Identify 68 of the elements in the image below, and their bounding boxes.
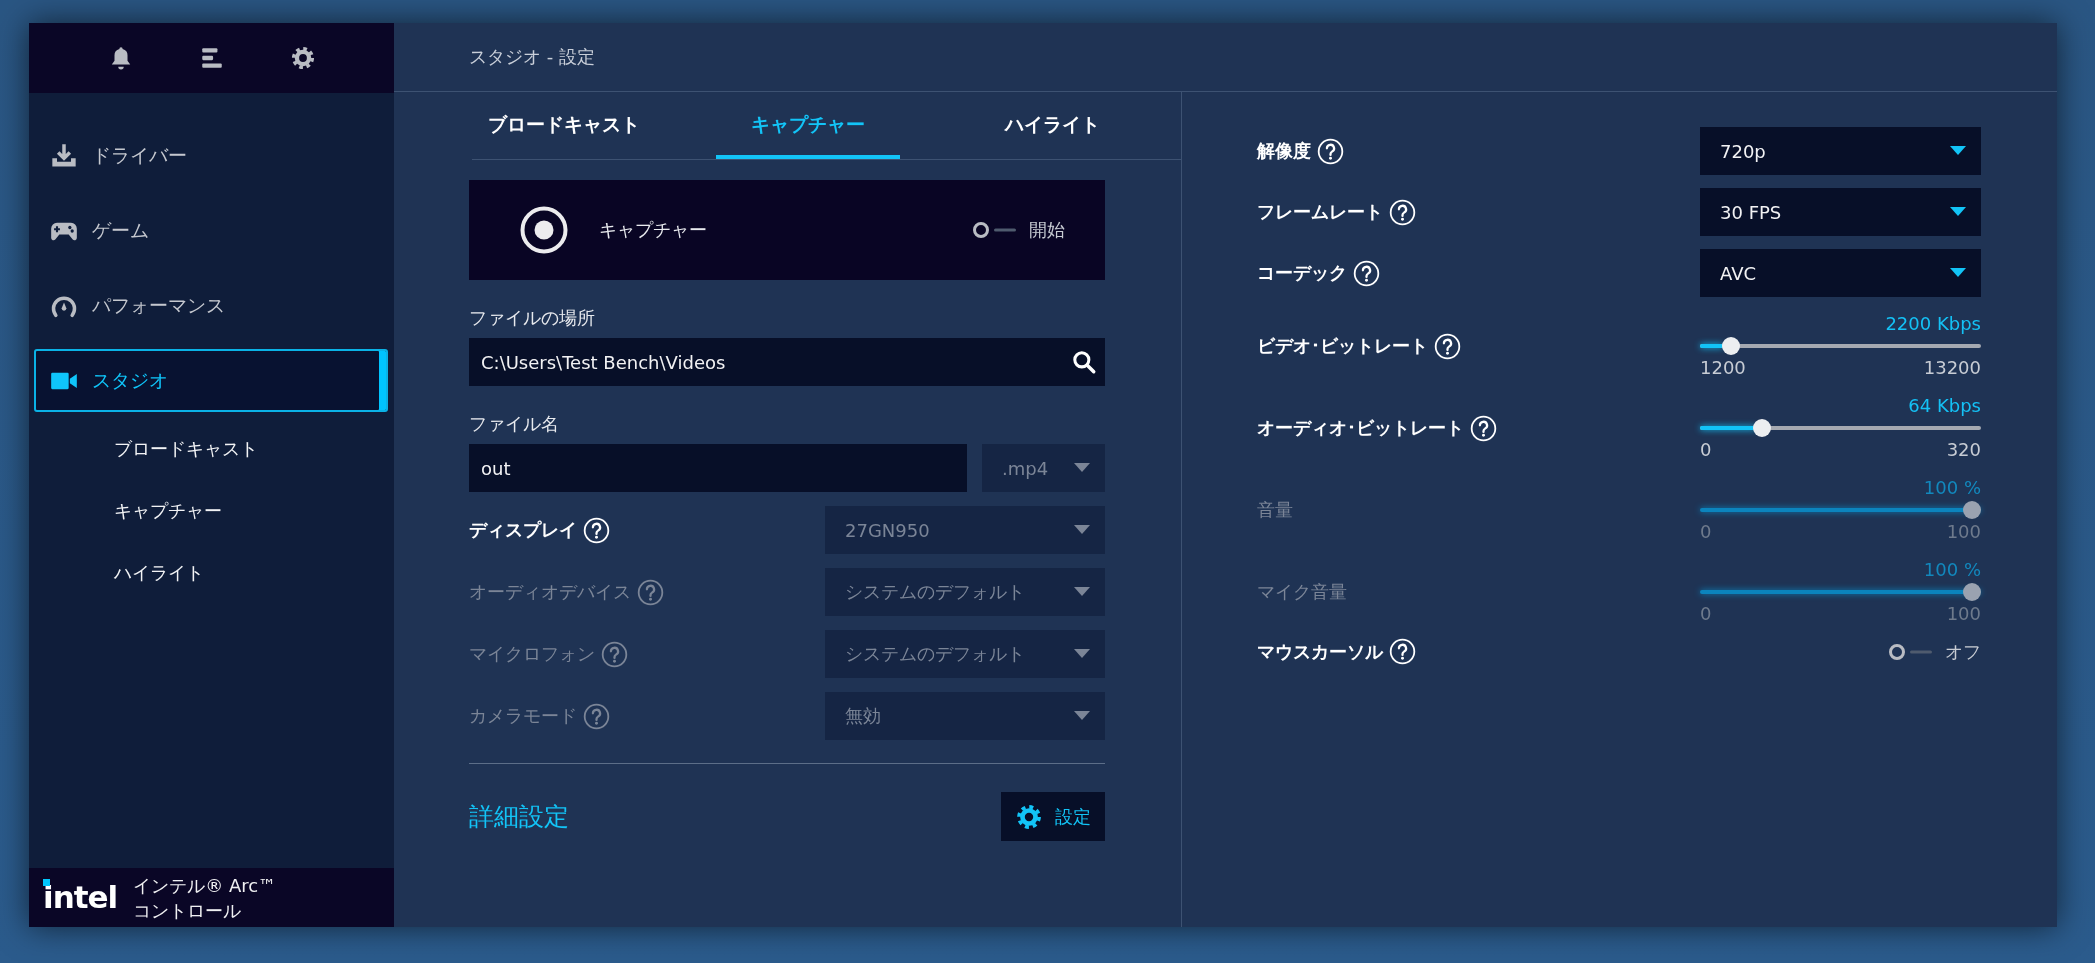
dropdown[interactable]: 720p (1700, 127, 1981, 175)
sidebar-subitem[interactable]: ブロードキャスト (34, 418, 388, 480)
caret-icon (1949, 206, 1967, 218)
slider-max-label: 13200 (1923, 357, 1981, 379)
sidebar-subitem[interactable]: ハイライト (34, 542, 388, 604)
sidebar-subitem[interactable]: キャプチャー (34, 480, 388, 542)
setting-label: マウスカーソル (1257, 639, 1383, 664)
sidebar-item[interactable]: パフォーマンス (34, 274, 388, 337)
download-icon (50, 141, 78, 170)
slider-value: 100 % (1922, 477, 1981, 499)
tab[interactable]: ハイライト (960, 92, 1144, 159)
slider-value: 2200 Kbps (1884, 313, 1981, 335)
caret-icon (1073, 586, 1091, 598)
settings-icon (289, 45, 316, 71)
slider-min-label: 0 (1700, 439, 1712, 461)
setting-label: マイクロフォン (469, 642, 595, 666)
tab[interactable]: キャプチャー (716, 92, 900, 159)
caret-icon (1073, 462, 1091, 474)
toggle-label: 開始 (1029, 218, 1065, 242)
slider[interactable] (1700, 419, 1981, 437)
setting-label: ビデオ･ビットレート (1257, 334, 1428, 358)
dropdown[interactable]: 30 FPS (1700, 188, 1981, 236)
setting-label: オーディオデバイス (469, 580, 631, 604)
capture-label: キャプチャー (599, 218, 708, 242)
caret-icon (1073, 648, 1091, 660)
toggle-switch[interactable] (1887, 641, 1935, 662)
product-name: インテル® Arc™ コントロール (133, 873, 277, 923)
settings-button[interactable]: 設定 (1001, 792, 1105, 841)
slider-min-label: 1200 (1700, 357, 1746, 379)
field-label: ファイル名 (469, 412, 560, 436)
setting-label: オーディオ･ビットレート (1257, 416, 1464, 440)
search-icon (1071, 349, 1097, 375)
setting-label: カメラモード (469, 704, 577, 728)
slider-max-label: 100 (1946, 603, 1981, 625)
sidebar-item[interactable]: ドライバー (34, 124, 388, 187)
record-icon (519, 205, 569, 255)
page-title: スタジオ - 設定 (469, 45, 595, 69)
slider-thumb[interactable] (1721, 337, 1740, 355)
field-label: ファイルの場所 (469, 306, 596, 330)
slider-max-label: 320 (1946, 439, 1981, 461)
slider-min-label: 0 (1700, 603, 1712, 625)
brand-logo: intel (43, 882, 118, 913)
settings-icon (1015, 802, 1043, 831)
sidebar-item[interactable]: ゲーム (34, 199, 388, 262)
toggle-switch[interactable] (971, 220, 1019, 240)
caret-icon (1073, 710, 1091, 722)
setting-label: 解像度 (1257, 139, 1311, 163)
caret-icon (1949, 145, 1967, 157)
setting-label: 音量 (1257, 498, 1293, 522)
slider[interactable] (1700, 337, 1981, 355)
setting-label: マイク音量 (1257, 580, 1347, 604)
advanced-settings-link[interactable]: 詳細設定 (469, 800, 569, 833)
slider-min-label: 0 (1700, 521, 1712, 543)
slider-value: 100 % (1922, 559, 1981, 581)
slider-max-label: 100 (1946, 521, 1981, 543)
setting-label: ディスプレイ (469, 518, 577, 542)
setting-label: フレームレート (1257, 200, 1383, 224)
caret-icon (1949, 267, 1967, 279)
tab[interactable]: ブロードキャスト (472, 92, 656, 159)
filename-field[interactable]: out (469, 444, 967, 492)
caret-icon (1073, 524, 1091, 536)
path-field[interactable]: C:\Users\Test Bench\Videos (469, 338, 1105, 386)
dropdown[interactable]: AVC (1700, 249, 1981, 297)
slider-thumb[interactable] (1752, 419, 1771, 437)
toggle-label: オフ (1945, 639, 1981, 664)
slider-value: 64 Kbps (1907, 395, 1981, 417)
sidebar-item[interactable]: スタジオ (34, 349, 388, 412)
setting-label: コーデック (1257, 261, 1347, 285)
